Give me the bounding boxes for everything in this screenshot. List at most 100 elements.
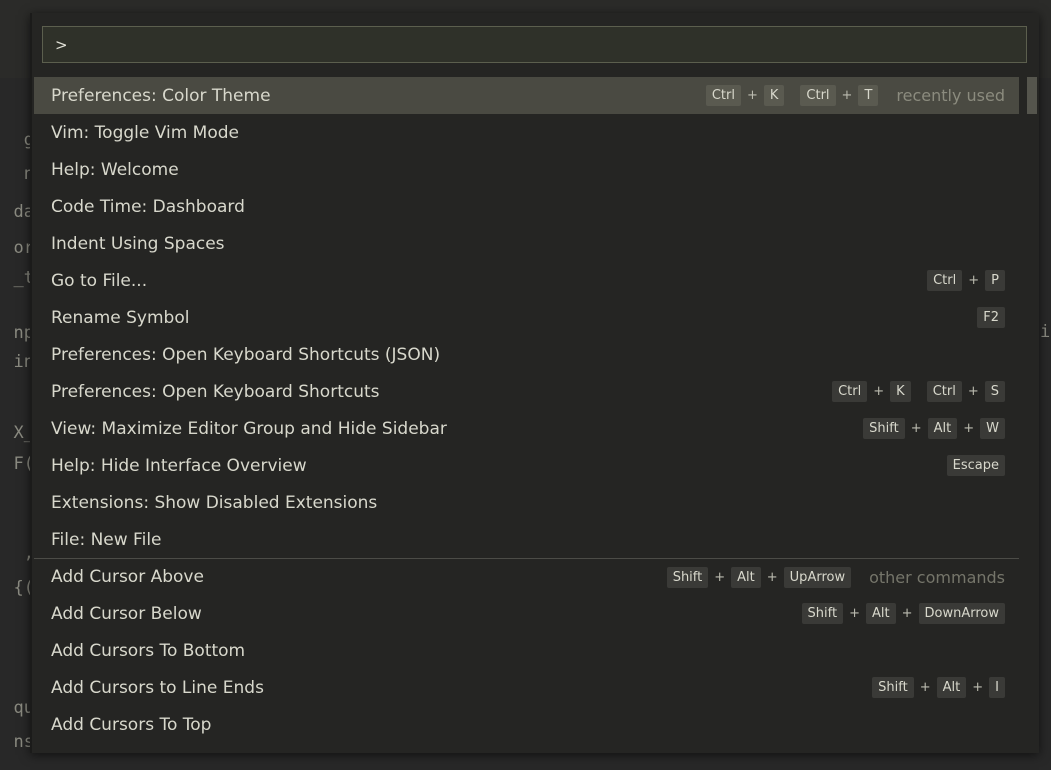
- keybinding: Shift + Alt + W: [863, 418, 1005, 439]
- command-item[interactable]: Preferences: Open Keyboard Shortcuts (JS…: [34, 336, 1019, 373]
- command-label: Preferences: Open Keyboard Shortcuts: [51, 381, 380, 402]
- command-item[interactable]: Preferences: Color Theme Ctrl + K Ctrl + Trece…: [34, 77, 1019, 114]
- command-label: Add Cursors To Bottom: [51, 640, 246, 661]
- key-plus: +: [901, 606, 913, 621]
- command-item[interactable]: Add Cursors To Bottom: [34, 632, 1019, 669]
- key-cap: UpArrow: [783, 566, 852, 588]
- gutter-fragment: da: [13, 202, 34, 222]
- command-label: Code Time: Dashboard: [51, 196, 245, 217]
- key-cap: Shift: [801, 603, 844, 624]
- command-item[interactable]: Rename Symbol F2: [34, 299, 1019, 336]
- command-label: Indent Using Spaces: [51, 233, 225, 254]
- key-plus: +: [968, 273, 980, 288]
- gutter-fragment: n: [23, 164, 34, 184]
- gutter-fragment: np: [13, 323, 34, 343]
- key-cap: K: [763, 85, 785, 106]
- gutter-fragment: qu: [13, 698, 34, 718]
- gutter-fragment: _t: [13, 268, 34, 288]
- command-label: Help: Hide Interface Overview: [51, 455, 307, 476]
- command-item[interactable]: Add Cursors To Top: [34, 706, 1019, 743]
- key-plus: +: [746, 88, 758, 103]
- key-cap: Ctrl: [705, 85, 741, 106]
- gutter-fragment: in: [13, 352, 34, 372]
- keybinding: Ctrl + P: [927, 270, 1005, 291]
- command-item[interactable]: Code Time: Dashboard: [34, 188, 1019, 225]
- command-label: Preferences: Color Theme: [51, 85, 271, 106]
- key-cap: Ctrl: [926, 381, 962, 402]
- keybinding: Ctrl + K Ctrl + T: [705, 85, 879, 106]
- command-label: Add Cursor Below: [51, 603, 202, 624]
- key-cap: P: [985, 270, 1005, 291]
- gutter-fragment: X_: [13, 423, 34, 443]
- command-input[interactable]: [43, 27, 1026, 62]
- key-cap: Escape: [946, 455, 1005, 476]
- scrollbar-thumb[interactable]: [1027, 77, 1037, 114]
- key-plus: +: [873, 384, 885, 399]
- key-cap: Shift: [872, 677, 914, 698]
- command-item[interactable]: Help: Welcome: [34, 151, 1019, 188]
- command-list: Preferences: Color Theme Ctrl + K Ctrl + Trece…: [34, 77, 1037, 743]
- command-palette: Preferences: Color Theme Ctrl + K Ctrl + Trece…: [30, 13, 1039, 753]
- keybinding: Escape: [946, 455, 1005, 476]
- command-label: Add Cursors To Top: [51, 714, 212, 735]
- key-cap: I: [989, 677, 1005, 698]
- key-cap: F2: [977, 307, 1005, 328]
- key-cap: DownArrow: [918, 603, 1005, 624]
- command-label: Vim: Toggle Vim Mode: [51, 122, 239, 143]
- command-label: File: New File: [51, 529, 162, 550]
- keybinding: F2: [977, 307, 1005, 328]
- command-label: Add Cursors to Line Ends: [51, 677, 264, 698]
- command-label: View: Maximize Editor Group and Hide Sid…: [51, 418, 447, 439]
- command-item[interactable]: View: Maximize Editor Group and Hide Sid…: [34, 410, 1019, 447]
- key-plus: +: [963, 421, 975, 436]
- command-item[interactable]: Preferences: Open Keyboard Shortcuts Ctrl…: [34, 373, 1019, 410]
- key-plus: +: [766, 569, 778, 585]
- key-cap: Alt: [731, 566, 761, 588]
- key-cap: Ctrl: [832, 381, 868, 402]
- command-item[interactable]: Add Cursors to Line Ends Shift + Alt + I: [34, 669, 1019, 706]
- key-cap: S: [984, 381, 1005, 402]
- command-label: Preferences: Open Keyboard Shortcuts (JS…: [51, 344, 441, 365]
- command-item[interactable]: Add Cursor Above Shift + Alt + UpArrow other c…: [34, 558, 1019, 595]
- key-cap: Shift: [666, 566, 709, 588]
- gutter-fragment: F(: [13, 454, 34, 474]
- command-label: Go to File...: [51, 270, 148, 291]
- command-item[interactable]: Vim: Toggle Vim Mode: [34, 114, 1019, 151]
- command-item[interactable]: Extensions: Show Disabled Extensions: [34, 484, 1019, 521]
- key-plus: +: [714, 569, 726, 585]
- key-plus: +: [849, 606, 860, 621]
- key-cap: Alt: [936, 677, 967, 698]
- command-group-tag: other commands: [869, 567, 1005, 587]
- command-label: Extensions: Show Disabled Extensions: [51, 492, 378, 513]
- key-plus: +: [841, 88, 853, 103]
- command-label: Add Cursor Above: [51, 567, 204, 587]
- keybinding: Shift + Alt + I: [872, 677, 1005, 698]
- key-plus: +: [967, 384, 979, 399]
- gutter-fragment: g: [23, 130, 34, 150]
- command-label: Help: Welcome: [51, 159, 179, 180]
- keybinding: Shift + Alt + UpArrow: [666, 566, 852, 588]
- command-input-container[interactable]: [42, 26, 1027, 63]
- key-plus: +: [919, 680, 931, 695]
- key-cap: T: [858, 85, 879, 106]
- command-item[interactable]: File: New File: [34, 521, 1019, 558]
- gutter-fragment: ns: [13, 732, 34, 752]
- command-item[interactable]: Add Cursor Below Shift + Alt + DownArrow: [34, 595, 1019, 632]
- keybinding: Shift + Alt + DownArrow: [801, 603, 1005, 624]
- gutter-fragment: {(: [13, 578, 34, 598]
- gutter-fragment: or: [13, 238, 34, 258]
- key-cap: Ctrl: [800, 85, 836, 106]
- key-plus: +: [972, 680, 984, 695]
- key-cap: Shift: [863, 418, 905, 439]
- command-item[interactable]: Help: Hide Interface Overview Escape: [34, 447, 1019, 484]
- command-item[interactable]: Go to File... Ctrl + P: [34, 262, 1019, 299]
- key-cap: Ctrl: [927, 270, 963, 291]
- key-cap: Alt: [927, 418, 958, 439]
- keybinding: Ctrl + K Ctrl + S: [832, 381, 1005, 402]
- command-group-tag: recently used: [896, 86, 1005, 105]
- command-item[interactable]: Indent Using Spaces: [34, 225, 1019, 262]
- key-cap: Alt: [865, 603, 896, 624]
- editor-right-fragment: i: [1040, 322, 1051, 342]
- command-label: Rename Symbol: [51, 307, 190, 328]
- key-plus: +: [910, 421, 922, 436]
